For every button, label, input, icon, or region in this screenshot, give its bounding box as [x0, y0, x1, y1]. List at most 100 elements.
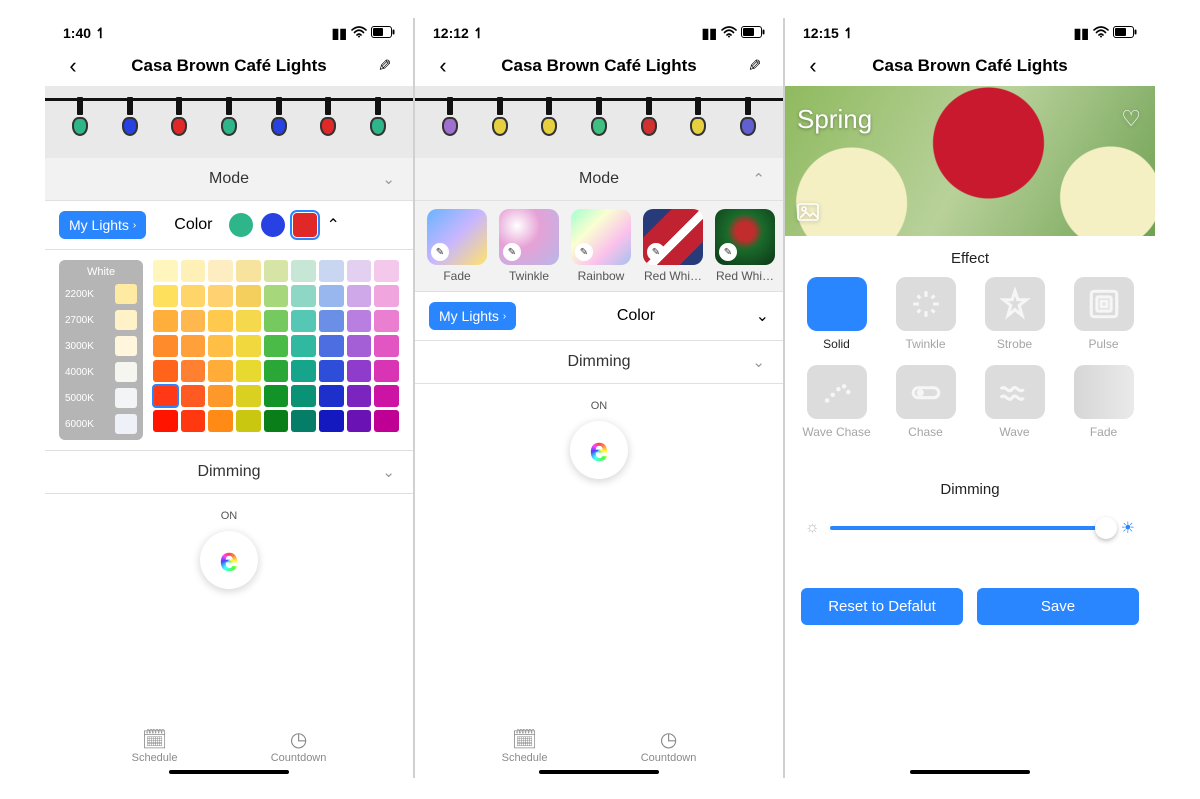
palette-cell[interactable] [153, 335, 178, 357]
back-button[interactable]: ‹ [809, 53, 816, 79]
palette-cell[interactable] [319, 260, 344, 282]
palette-cell[interactable] [291, 310, 316, 332]
palette-cell[interactable] [319, 410, 344, 432]
palette-cell[interactable] [374, 310, 399, 332]
palette-cell[interactable] [153, 260, 178, 282]
dimming-row[interactable]: Dimming ⌄ [415, 341, 783, 384]
mode-row[interactable]: Mode ⌃ [415, 158, 783, 201]
palette-cell[interactable] [264, 360, 289, 382]
palette-cell[interactable] [236, 360, 261, 382]
palette-cell[interactable] [208, 285, 233, 307]
palette-cell[interactable] [208, 360, 233, 382]
palette-cell[interactable] [208, 335, 233, 357]
palette-cell[interactable] [153, 385, 178, 407]
pencil-icon[interactable]: ✎ [575, 243, 593, 261]
mode-card-twinkle[interactable]: ✎Twinkle [499, 209, 559, 283]
palette-cell[interactable] [236, 385, 261, 407]
mode-card-fade[interactable]: ✎Fade [427, 209, 487, 283]
palette-cell[interactable] [264, 410, 289, 432]
palette-cell[interactable] [374, 285, 399, 307]
palette-cell[interactable] [291, 335, 316, 357]
color-swatch-1[interactable] [229, 213, 253, 237]
change-photo-button[interactable] [797, 203, 819, 226]
tab-countdown[interactable]: ◷ Countdown [641, 727, 697, 764]
color-swatch-3[interactable] [293, 213, 317, 237]
palette-cell[interactable] [181, 410, 206, 432]
palette-cell[interactable] [236, 285, 261, 307]
palette-cell[interactable] [291, 410, 316, 432]
palette-cell[interactable] [153, 310, 178, 332]
kelvin-option[interactable]: 4000K [65, 362, 137, 382]
palette-cell[interactable] [347, 260, 372, 282]
palette-cell[interactable] [153, 410, 178, 432]
palette-cell[interactable] [264, 310, 289, 332]
back-button[interactable]: ‹ [69, 53, 76, 79]
effect-strobe[interactable]: Strobe [977, 277, 1052, 351]
my-lights-pill[interactable]: My Lights› [59, 211, 146, 239]
palette-cell[interactable] [347, 285, 372, 307]
pencil-icon[interactable]: ✎ [719, 243, 737, 261]
favorite-button[interactable]: ♡ [1121, 106, 1141, 132]
tab-schedule[interactable]: 🗓 Schedule [132, 727, 178, 764]
save-button[interactable]: Save [977, 588, 1139, 625]
reset-button[interactable]: Reset to Defalut [801, 588, 963, 625]
palette-cell[interactable] [208, 260, 233, 282]
palette-cell[interactable] [347, 335, 372, 357]
palette-cell[interactable] [291, 285, 316, 307]
tab-countdown[interactable]: ◷ Countdown [271, 727, 327, 764]
palette-cell[interactable] [319, 285, 344, 307]
chevron-up-icon[interactable]: ⌃ [327, 215, 340, 235]
palette-cell[interactable] [291, 260, 316, 282]
palette-cell[interactable] [319, 360, 344, 382]
palette-cell[interactable] [153, 285, 178, 307]
palette-cell[interactable] [347, 410, 372, 432]
mode-card-xmas[interactable]: ✎Red Whi… [715, 209, 775, 283]
palette-cell[interactable] [181, 335, 206, 357]
pencil-icon[interactable]: ✎ [503, 243, 521, 261]
edit-button[interactable]: ✎ [748, 56, 761, 76]
my-lights-pill[interactable]: My Lights› [429, 302, 516, 330]
palette-cell[interactable] [374, 385, 399, 407]
kelvin-option[interactable]: 2200K [65, 284, 137, 304]
palette-cell[interactable] [264, 335, 289, 357]
mode-card-rainbow[interactable]: ✎Rainbow [571, 209, 631, 283]
palette-cell[interactable] [291, 385, 316, 407]
back-button[interactable]: ‹ [439, 53, 446, 79]
palette-cell[interactable] [208, 310, 233, 332]
kelvin-option[interactable]: 3000K [65, 336, 137, 356]
palette-cell[interactable] [181, 360, 206, 382]
palette-cell[interactable] [374, 360, 399, 382]
palette-cell[interactable] [264, 385, 289, 407]
effect-chase[interactable]: Chase [888, 365, 963, 439]
mode-card-flag[interactable]: ✎Red Whi… [643, 209, 703, 283]
palette-cell[interactable] [208, 385, 233, 407]
palette-cell[interactable] [374, 410, 399, 432]
palette-cell[interactable] [181, 385, 206, 407]
palette-cell[interactable] [291, 360, 316, 382]
palette-cell[interactable] [264, 285, 289, 307]
effect-wave[interactable]: Wave [977, 365, 1052, 439]
palette-cell[interactable] [181, 260, 206, 282]
edit-button[interactable]: ✎ [378, 56, 391, 76]
palette-cell[interactable] [208, 410, 233, 432]
palette-cell[interactable] [236, 335, 261, 357]
effect-solid[interactable]: Solid [799, 277, 874, 351]
effect-pulse[interactable]: Pulse [1066, 277, 1141, 351]
palette-cell[interactable] [374, 335, 399, 357]
effect-fade[interactable]: Fade [1066, 365, 1141, 439]
palette-cell[interactable] [319, 385, 344, 407]
palette-cell[interactable] [181, 285, 206, 307]
dimming-slider[interactable] [830, 526, 1111, 530]
palette-cell[interactable] [374, 260, 399, 282]
palette-cell[interactable] [236, 260, 261, 282]
effect-twinkle[interactable]: Twinkle [888, 277, 963, 351]
dimming-row[interactable]: Dimming ⌄ [45, 450, 413, 494]
palette-cell[interactable] [236, 410, 261, 432]
palette-cell[interactable] [319, 310, 344, 332]
pencil-icon[interactable]: ✎ [431, 243, 449, 261]
palette-cell[interactable] [347, 360, 372, 382]
power-button[interactable]: e [199, 530, 259, 590]
palette-cell[interactable] [181, 310, 206, 332]
kelvin-option[interactable]: 2700K [65, 310, 137, 330]
palette-cell[interactable] [347, 310, 372, 332]
